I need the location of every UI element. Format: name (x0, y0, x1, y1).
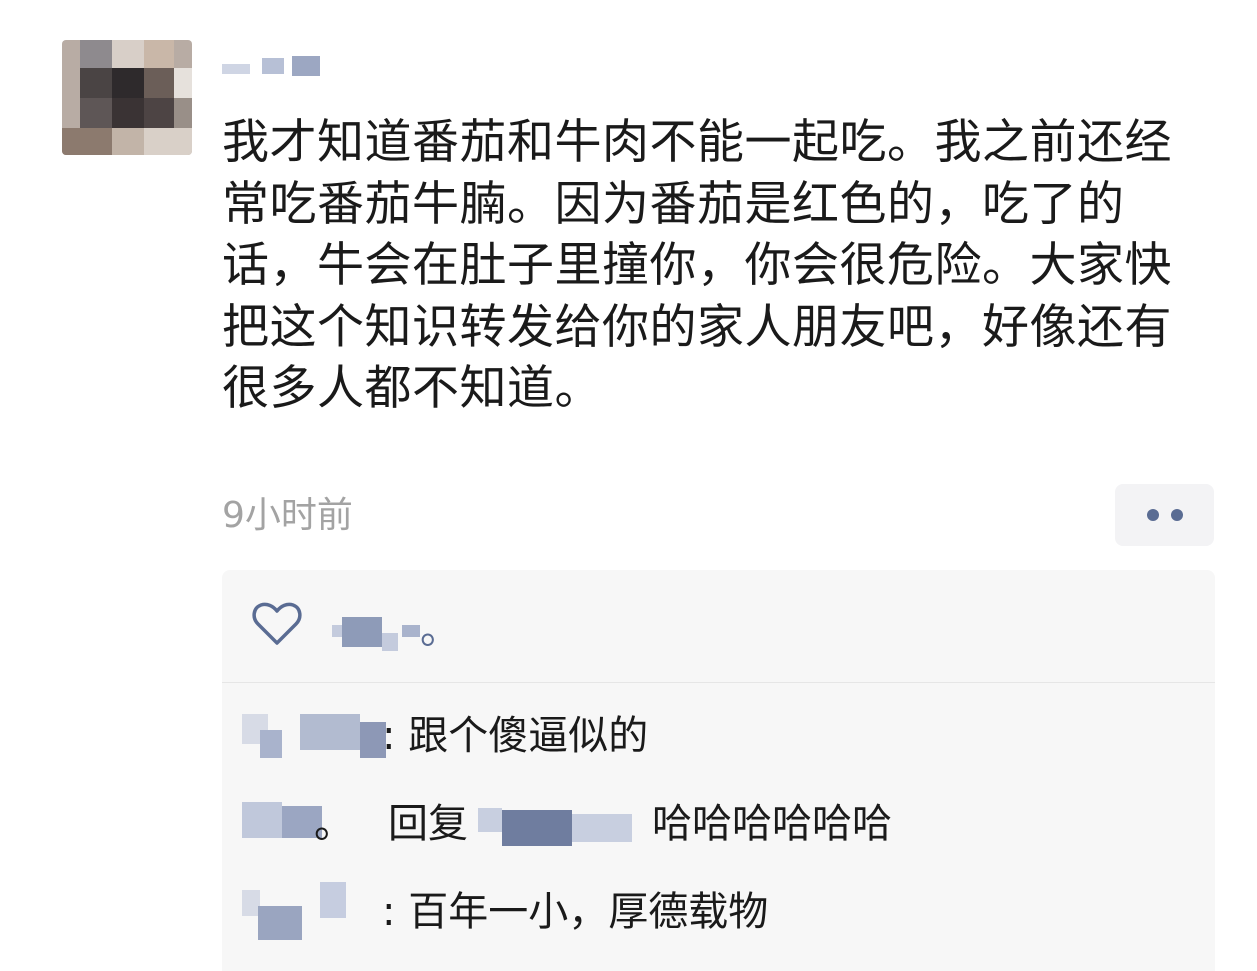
likes-row: 。 (222, 570, 1215, 683)
post-text: 我才知道番茄和牛肉不能一起吃。我之前还经常吃番茄牛腩。因为番茄是红色的，吃了的话… (222, 115, 1172, 416)
post-time: 9小时前 (222, 495, 353, 536)
moments-post: 我才知道番茄和牛肉不能一起吃。我之前还经常吃番茄牛腩。因为番茄是红色的，吃了的话… (0, 0, 1257, 971)
commenter-name-blurred[interactable] (242, 876, 392, 940)
likes-suffix: 。 (420, 607, 460, 653)
comment-item[interactable]: : 百年一小，厚德载物 (222, 876, 1215, 956)
comment-item[interactable]: : 跟个傻逼似的 (222, 700, 1215, 780)
comment-item[interactable]: 。 回复 哈哈哈哈哈哈 (222, 788, 1215, 868)
more-button[interactable] (1115, 484, 1214, 546)
heart-outline-icon[interactable] (252, 602, 302, 646)
reply-target-blurred[interactable] (478, 788, 648, 848)
interactions-panel: 。 : 跟个傻逼似的 。 回复 哈哈哈哈哈哈: 百年一小，厚德载物 (222, 570, 1215, 971)
comment-prefix: 。 (314, 801, 354, 847)
comment-text: : 百年一小，厚德载物 (382, 889, 769, 935)
commenter-name-blurred[interactable] (242, 700, 392, 760)
dot-icon (1170, 509, 1183, 521)
comment-text: 哈哈哈哈哈哈 (652, 801, 892, 847)
reply-label: 回复 (388, 801, 468, 847)
avatar[interactable] (62, 40, 192, 155)
username-blurred[interactable] (222, 52, 332, 82)
comment-text: : 跟个傻逼似的 (382, 713, 649, 759)
dot-icon (1146, 509, 1159, 521)
